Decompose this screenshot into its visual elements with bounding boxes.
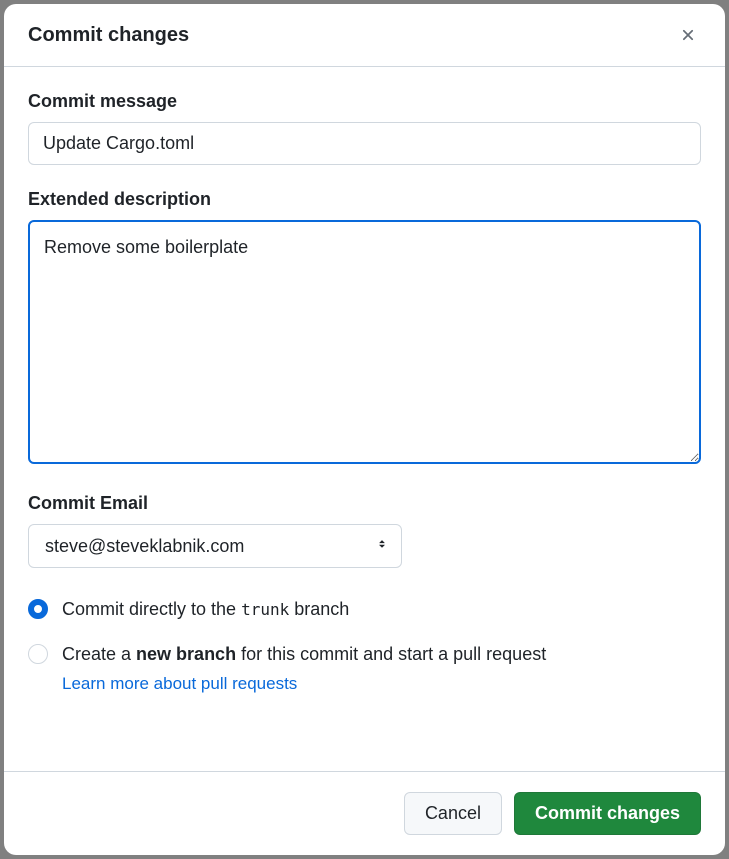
radio-new-prefix: Create a xyxy=(62,644,136,664)
dialog-footer: Cancel Commit changes xyxy=(4,771,725,855)
commit-message-group: Commit message xyxy=(28,91,701,165)
radio-direct-prefix: Commit directly to the xyxy=(62,599,241,619)
radio-option-new-branch: Create a new branch for this commit and … xyxy=(28,641,701,694)
radio-option-direct: Commit directly to the trunk branch xyxy=(28,596,701,623)
commit-message-label: Commit message xyxy=(28,91,701,112)
radio-new-suffix: for this commit and start a pull request xyxy=(236,644,546,664)
commit-email-group: Commit Email steve@steveklabnik.com xyxy=(28,493,701,568)
radio-new-bold: new branch xyxy=(136,644,236,664)
learn-more-link[interactable]: Learn more about pull requests xyxy=(62,674,546,694)
radio-direct-suffix: branch xyxy=(289,599,349,619)
dialog-header: Commit changes xyxy=(4,4,725,67)
extended-description-label: Extended description xyxy=(28,189,701,210)
commit-email-select-wrapper: steve@steveklabnik.com xyxy=(28,524,402,568)
commit-button[interactable]: Commit changes xyxy=(514,792,701,835)
dialog-title: Commit changes xyxy=(28,24,189,47)
radio-direct-commit[interactable] xyxy=(28,599,48,619)
radio-direct-label[interactable]: Commit directly to the trunk branch xyxy=(62,596,349,623)
commit-dialog: Commit changes Commit message Extended d… xyxy=(4,4,725,855)
radio-new-branch-label[interactable]: Create a new branch for this commit and … xyxy=(62,644,546,664)
extended-description-group: Extended description Remove some boilerp… xyxy=(28,189,701,469)
close-button[interactable] xyxy=(675,22,701,48)
branch-name-code: trunk xyxy=(241,600,289,619)
cancel-button[interactable]: Cancel xyxy=(404,792,502,835)
close-icon xyxy=(679,26,697,44)
extended-description-input[interactable]: Remove some boilerplate xyxy=(28,220,701,464)
dialog-body: Commit message Extended description Remo… xyxy=(4,67,725,771)
radio-new-branch[interactable] xyxy=(28,644,48,664)
commit-email-label: Commit Email xyxy=(28,493,701,514)
commit-message-input[interactable] xyxy=(28,122,701,165)
commit-email-select[interactable]: steve@steveklabnik.com xyxy=(28,524,402,568)
radio-new-branch-content: Create a new branch for this commit and … xyxy=(62,641,546,694)
branch-radio-group: Commit directly to the trunk branch Crea… xyxy=(28,596,701,694)
